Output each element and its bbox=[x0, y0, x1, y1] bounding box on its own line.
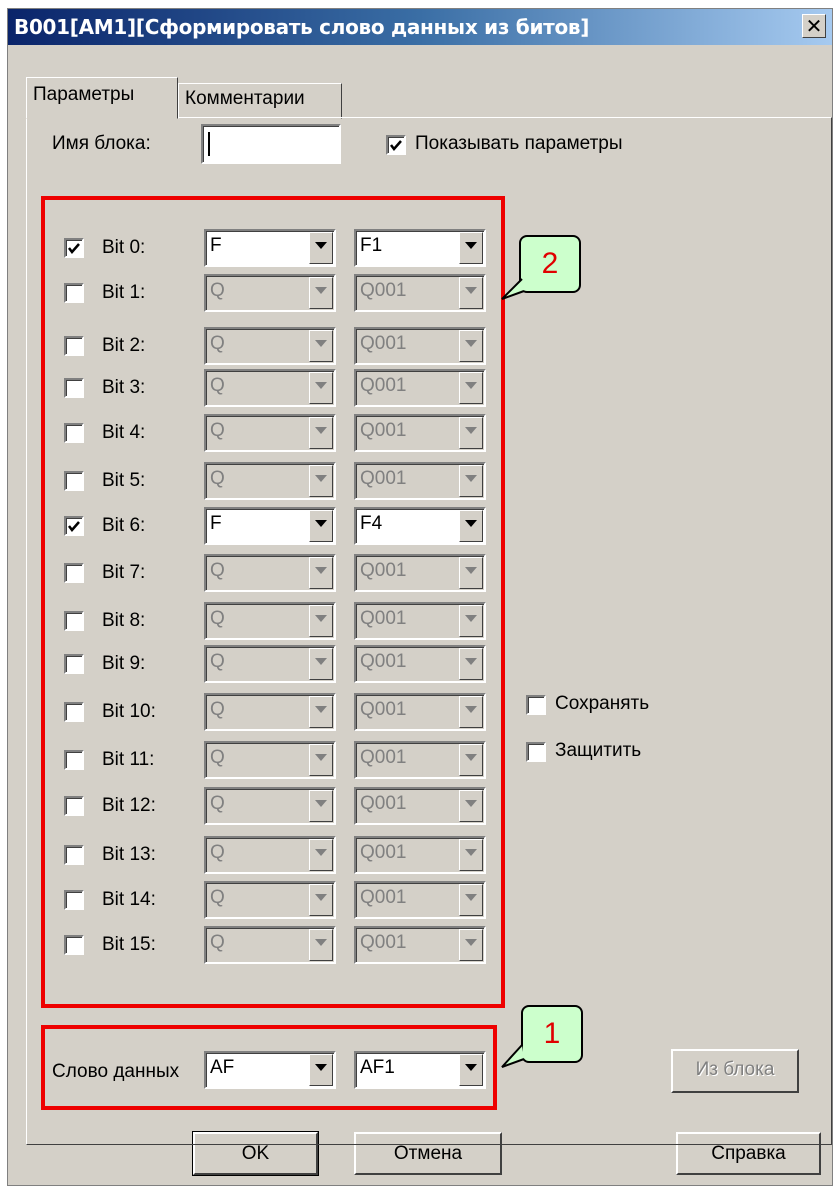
tab-comments-label: Комментарии bbox=[185, 88, 305, 109]
title-bar[interactable]: B001[AM1][Сформировать слово данных из б… bbox=[8, 9, 832, 45]
tab-comments[interactable]: Комментарии bbox=[178, 83, 342, 119]
tab-parameters-label: Параметры bbox=[33, 84, 135, 105]
callout-1-tail bbox=[501, 1044, 525, 1068]
callout-1: 1 bbox=[521, 1005, 583, 1063]
close-icon[interactable]: ✕ bbox=[802, 14, 826, 38]
tab-parameters[interactable]: Параметры bbox=[26, 77, 178, 119]
window-title: B001[AM1][Сформировать слово данных из б… bbox=[14, 15, 590, 39]
dialog-window: B001[AM1][Сформировать слово данных из б… bbox=[7, 8, 833, 1186]
callout-2-tail bbox=[501, 278, 525, 300]
parameters-panel bbox=[26, 117, 832, 1145]
